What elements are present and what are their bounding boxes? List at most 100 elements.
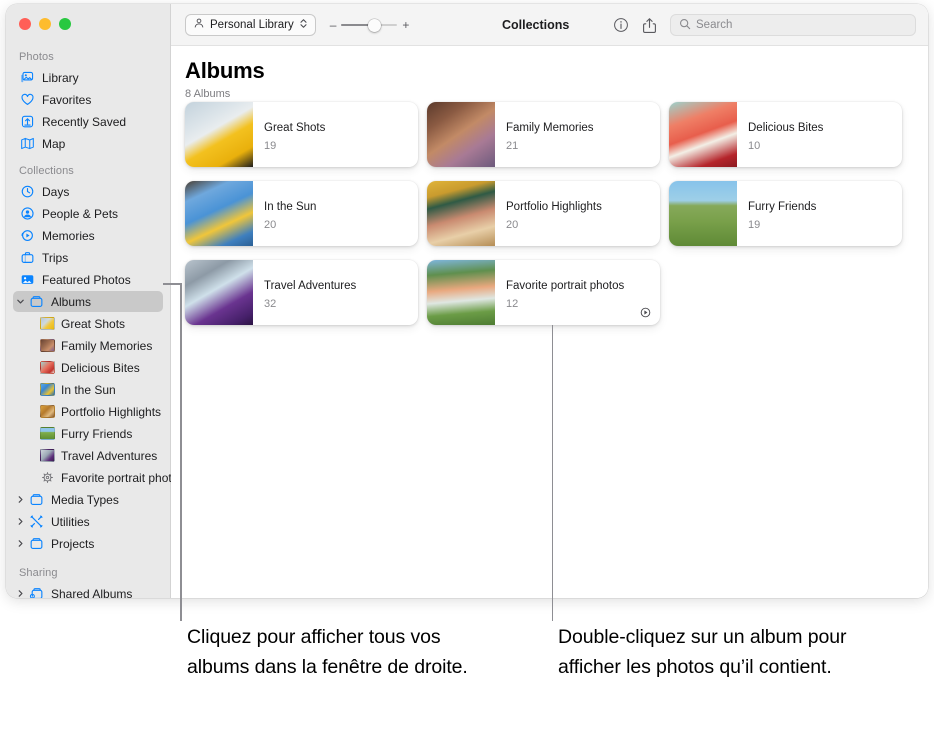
zoom-control[interactable]: – + <box>330 18 409 32</box>
zoom-in-button[interactable]: + <box>402 19 409 31</box>
album-thumbnail-icon <box>39 338 55 354</box>
featured-photos-icon <box>19 272 35 288</box>
sidebar-item-label: Map <box>42 136 66 151</box>
page-title: Albums <box>185 58 265 83</box>
album-card[interactable]: Travel Adventures 32 <box>185 260 418 325</box>
album-meta: Favorite portrait photos 12 <box>495 276 624 310</box>
album-name: Portfolio Highlights <box>506 200 602 213</box>
callout-left-text: Cliquez pour afficher tous vos albums da… <box>187 626 468 678</box>
sidebar-item-label: Great Shots <box>61 316 126 331</box>
chevron-down-icon <box>299 17 308 33</box>
sidebar-item-recently-saved[interactable]: Recently Saved <box>13 111 163 132</box>
search-placeholder: Search <box>696 19 733 31</box>
person-circle-icon <box>19 206 35 222</box>
media-types-icon <box>28 492 44 508</box>
callout-right-text: Double-cliquez sur un album pour affiche… <box>558 626 847 678</box>
utilities-icon <box>28 514 44 530</box>
album-card[interactable]: Delicious Bites 10 <box>669 102 902 167</box>
album-card[interactable]: Great Shots 19 <box>185 102 418 167</box>
sidebar-item-great-shots[interactable]: Great Shots <box>13 313 163 334</box>
chevron-right-icon[interactable] <box>15 495 26 504</box>
chevron-right-icon[interactable] <box>15 517 26 526</box>
album-card[interactable]: Favorite portrait photos 12 <box>427 260 660 325</box>
callout-leader-right-vertical <box>551 325 554 621</box>
sidebar-item-favorites[interactable]: Favorites <box>13 89 163 110</box>
zoom-slider-knob[interactable] <box>368 18 382 32</box>
album-card[interactable]: Family Memories 21 <box>427 102 660 167</box>
sidebar-item-label: Travel Adventures <box>61 448 158 463</box>
albums-icon <box>28 294 44 310</box>
album-meta: Furry Friends 19 <box>737 197 816 231</box>
smart-album-badge-icon <box>639 306 652 319</box>
window-controls[interactable] <box>19 18 71 30</box>
album-meta: Delicious Bites 10 <box>737 118 823 152</box>
sidebar-scroll[interactable]: Photos Library Favorites Recently Saved … <box>6 46 184 598</box>
library-icon <box>19 70 35 86</box>
info-circle-icon[interactable] <box>613 17 629 33</box>
album-card[interactable]: In the Sun 20 <box>185 181 418 246</box>
trips-icon <box>19 250 35 266</box>
map-icon <box>19 136 35 152</box>
album-thumbnail-icon <box>39 382 55 398</box>
minimize-button[interactable] <box>39 18 51 30</box>
sidebar-item-albums[interactable]: Albums <box>13 291 163 312</box>
sidebar-item-trips[interactable]: Trips <box>13 247 163 268</box>
toolbar: Personal Library – + Collections Search <box>171 4 928 46</box>
sidebar-item-family-memories[interactable]: Family Memories <box>13 335 163 356</box>
zoom-slider[interactable] <box>341 18 398 32</box>
sidebar-item-travel-adventures[interactable]: Travel Adventures <box>13 445 163 466</box>
sidebar-item-featured-photos[interactable]: Featured Photos <box>13 269 163 290</box>
sidebar-item-delicious-bites[interactable]: Delicious Bites <box>13 357 163 378</box>
library-selector-button[interactable]: Personal Library <box>185 13 316 36</box>
album-thumbnail <box>185 102 253 167</box>
sidebar-item-projects[interactable]: Projects <box>13 533 163 554</box>
close-button[interactable] <box>19 18 31 30</box>
album-card[interactable]: Portfolio Highlights 20 <box>427 181 660 246</box>
search-icon <box>679 18 691 33</box>
sidebar-item-label: Favorite portrait photos <box>61 470 185 485</box>
chevron-down-icon[interactable] <box>15 297 26 306</box>
sidebar-item-days[interactable]: Days <box>13 181 163 202</box>
sidebar-item-portfolio-highlights[interactable]: Portfolio Highlights <box>13 401 163 422</box>
toolbar-title: Collections <box>502 18 570 32</box>
sidebar-item-label: Favorites <box>42 92 92 107</box>
sidebar-item-label: Media Types <box>51 492 119 507</box>
chevron-right-icon[interactable] <box>15 589 26 598</box>
album-count: 19 <box>264 139 277 152</box>
sidebar-item-furry-friends[interactable]: Furry Friends <box>13 423 163 444</box>
zoom-out-button[interactable]: – <box>330 19 337 31</box>
album-meta: Family Memories 21 <box>495 118 594 152</box>
album-card[interactable]: Furry Friends 19 <box>669 181 902 246</box>
zoom-button[interactable] <box>59 18 71 30</box>
album-meta: Travel Adventures 32 <box>253 276 356 310</box>
album-name: Family Memories <box>506 121 594 134</box>
toolbar-right-group: Search <box>613 4 916 46</box>
sidebar: Photos Library Favorites Recently Saved … <box>6 4 184 598</box>
sidebar-item-label: Shared Albums <box>51 586 133 599</box>
shared-albums-icon <box>28 586 44 598</box>
search-input[interactable]: Search <box>670 14 916 36</box>
sidebar-item-label: Recently Saved <box>42 114 127 129</box>
album-count: 20 <box>264 218 277 231</box>
chevron-right-icon[interactable] <box>15 539 26 548</box>
photos-window: Photos Library Favorites Recently Saved … <box>6 4 928 598</box>
sidebar-item-people-and-pets[interactable]: People & Pets <box>13 203 163 224</box>
sidebar-item-in-the-sun[interactable]: In the Sun <box>13 379 163 400</box>
sidebar-item-media-types[interactable]: Media Types <box>13 489 163 510</box>
person-icon <box>193 17 205 32</box>
album-count: 20 <box>506 218 519 231</box>
album-thumbnail-icon <box>39 404 55 420</box>
album-thumbnail-icon <box>39 448 55 464</box>
sidebar-item-memories[interactable]: Memories <box>13 225 163 246</box>
sidebar-item-shared-albums[interactable]: Shared Albums <box>13 583 163 598</box>
sidebar-item-map[interactable]: Map <box>13 133 163 154</box>
sidebar-item-utilities[interactable]: Utilities <box>13 511 163 532</box>
sidebar-item-favorite-portrait-photos[interactable]: Favorite portrait photos <box>13 467 184 488</box>
album-name: Furry Friends <box>748 200 817 213</box>
sidebar-section-sharing-header: Sharing <box>19 567 58 579</box>
album-count: 21 <box>506 139 519 152</box>
projects-icon <box>28 536 44 552</box>
share-icon[interactable] <box>642 17 657 34</box>
sidebar-item-library[interactable]: Library <box>13 67 163 88</box>
recently-saved-icon <box>19 114 35 130</box>
